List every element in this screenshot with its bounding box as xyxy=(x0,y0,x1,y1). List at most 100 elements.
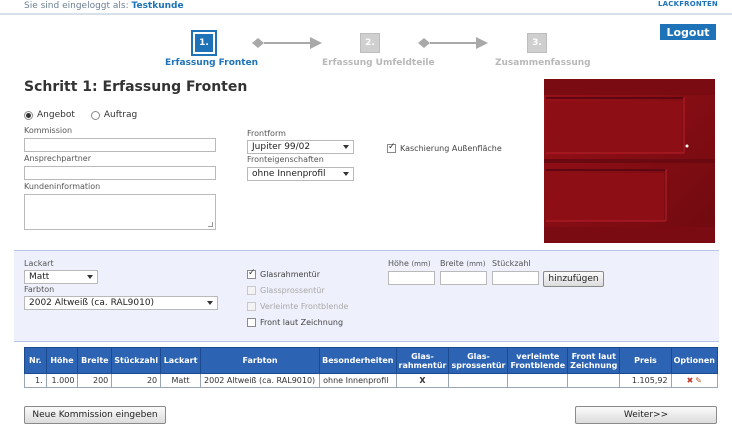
fronteigenschaften-select[interactable]: ohne Innenprofil xyxy=(247,167,354,181)
frontform-select[interactable]: Jupiter 99/02 xyxy=(247,140,354,154)
glassprossentuer-label: Glassprossentür xyxy=(260,286,325,295)
frontform-value: Jupiter 99/02 xyxy=(252,142,311,152)
ansprechpartner-label: Ansprechpartner xyxy=(24,154,91,163)
step-2-icon: 2. xyxy=(357,30,383,56)
col-lackart: Lackart xyxy=(160,347,202,374)
radio-angebot-label: Angebot xyxy=(37,110,75,120)
cell-besonderheiten: ohne Innenprofil xyxy=(319,373,397,388)
chevron-down-icon xyxy=(343,172,349,176)
col-stueckzahl: Stückzahl xyxy=(111,347,162,374)
front-preview-image xyxy=(544,79,715,243)
login-info: Sie sind eingeloggt als: Testkunde xyxy=(24,1,184,11)
front-zeichnung-checkbox[interactable] xyxy=(247,318,256,327)
weiter-button[interactable]: Weiter>> xyxy=(575,406,717,424)
cell-lackart: Matt xyxy=(160,373,202,388)
ansprechpartner-input[interactable] xyxy=(24,166,216,180)
cell-farbton: 2002 Altweiß (ca. RAL9010) xyxy=(200,373,321,388)
cell-glasrahmentuer: X xyxy=(395,373,450,388)
col-front-zeichnung: Front laut Zeichnung xyxy=(567,347,621,374)
kaschierung-label: Kaschierung Außenfläche xyxy=(400,144,502,153)
cell-stueckzahl: 20 xyxy=(111,373,162,388)
col-preis: Preis xyxy=(619,347,672,374)
col-besonderheiten: Besonderheiten xyxy=(319,347,397,374)
radio-angebot[interactable] xyxy=(24,110,33,120)
table-header-row: Nr. Höhe Breite Stückzahl Lackart Farbto… xyxy=(24,347,719,374)
edit-pencil-icon[interactable]: ✎ xyxy=(695,376,702,385)
delete-icon[interactable]: ✖ xyxy=(687,376,694,385)
col-optionen: Optionen xyxy=(670,347,719,374)
hoehe-label: Höhe (mm) xyxy=(388,259,431,268)
order-type-group: Angebot Auftrag xyxy=(24,110,137,120)
cell-optionen: ✖ ✎ xyxy=(670,373,719,388)
kundeninformation-label: Kundeninformation xyxy=(24,182,101,191)
glasrahmentuer-checkbox[interactable] xyxy=(247,268,256,279)
glassprossentuer-option: Glassprossentür xyxy=(247,286,325,295)
radio-auftrag[interactable] xyxy=(90,110,100,120)
login-prefix: Sie sind eingeloggt als: xyxy=(24,1,129,11)
col-nr: Nr. xyxy=(24,347,47,374)
col-breite: Breite xyxy=(77,347,113,374)
lackart-value: Matt xyxy=(29,272,50,282)
header-divider xyxy=(0,14,732,15)
radio-auftrag-label: Auftrag xyxy=(103,110,138,120)
col-hoehe: Höhe xyxy=(45,347,79,374)
hoehe-input[interactable] xyxy=(388,271,435,285)
breite-unit: (mm) xyxy=(466,260,486,268)
breite-label-text: Breite xyxy=(440,259,464,268)
front-zeichnung-option[interactable]: Front laut Zeichnung xyxy=(247,318,343,327)
col-verleimte: verleimte Frontblende xyxy=(507,347,569,374)
glasrahmentuer-label: Glasrahmentür xyxy=(260,270,321,279)
cell-hoehe: 1.000 xyxy=(45,373,79,388)
logout-button[interactable]: Logout xyxy=(660,24,716,40)
step-1-label: Erfassung Fronten xyxy=(165,58,259,68)
step-1-icon: 1. xyxy=(191,30,217,56)
farbton-label: Farbton xyxy=(24,285,55,294)
step-3-label: Zusammenfassung xyxy=(495,58,591,68)
chevron-down-icon xyxy=(207,301,213,305)
cell-glassprossentuer xyxy=(448,373,509,388)
step-2-number: 2. xyxy=(360,33,380,53)
page-title: Schritt 1: Erfassung Fronten xyxy=(24,79,248,95)
chevron-down-icon xyxy=(87,275,93,279)
cell-breite: 200 xyxy=(77,373,113,388)
verleimte-label: Verleimte Frontblende xyxy=(260,302,349,311)
kaschierung-option[interactable]: Kaschierung Außenfläche xyxy=(387,142,502,153)
step-2-label: Erfassung Umfeldteile xyxy=(322,58,435,68)
col-farbton: Farbton xyxy=(200,347,321,374)
hinzufuegen-button[interactable]: hinzufügen xyxy=(543,271,604,287)
stueckzahl-label: Stückzahl xyxy=(492,259,531,268)
fronteigenschaften-value: ohne Innenprofil xyxy=(252,169,326,179)
neue-kommission-button[interactable]: Neue Kommission eingeben xyxy=(24,406,166,424)
col-glasrahmentuer: Glas-rahmentür xyxy=(395,347,450,374)
glasrahmentuer-option[interactable]: Glasrahmentür xyxy=(247,268,321,279)
kommission-label: Kommission xyxy=(24,126,73,135)
cell-preis: 1.105,92 xyxy=(619,373,672,388)
step-3-number: 3. xyxy=(527,33,547,53)
door-front-illustration xyxy=(544,79,715,243)
step-arrow-icon xyxy=(252,37,322,49)
col-glassprossentuer: Glas-sprossentür xyxy=(448,347,509,374)
fronteigenschaften-label: Fronteigenschaften xyxy=(247,155,324,164)
step-arrow-icon xyxy=(418,37,488,49)
table-row: 1. 1.000 200 20 Matt 2002 Altweiß (ca. R… xyxy=(24,373,719,388)
lackart-label: Lackart xyxy=(24,259,54,268)
chevron-down-icon xyxy=(343,145,349,149)
login-user: Testkunde xyxy=(131,1,184,11)
hoehe-unit: (mm) xyxy=(411,260,431,268)
stueckzahl-input[interactable] xyxy=(492,271,539,285)
lackart-select[interactable]: Matt xyxy=(24,270,98,284)
step-1-number: 1. xyxy=(195,34,213,52)
farbton-select[interactable]: 2002 Altweiß (ca. RAL9010) xyxy=(24,296,218,310)
top-bar: Sie sind eingeloggt als: Testkunde LACKF… xyxy=(0,0,732,14)
farbton-value: 2002 Altweiß (ca. RAL9010) xyxy=(29,298,155,308)
cell-verleimte xyxy=(507,373,569,388)
verleimte-checkbox xyxy=(247,302,256,311)
frontform-label: Frontform xyxy=(247,129,286,138)
kaschierung-checkbox[interactable] xyxy=(387,142,396,153)
kommission-input[interactable] xyxy=(24,138,216,152)
hoehe-label-text: Höhe xyxy=(388,259,409,268)
glassprossentuer-checkbox xyxy=(247,286,256,295)
breite-input[interactable] xyxy=(440,271,487,285)
step-3-icon: 3. xyxy=(524,30,550,56)
kundeninformation-textarea[interactable] xyxy=(24,194,216,230)
